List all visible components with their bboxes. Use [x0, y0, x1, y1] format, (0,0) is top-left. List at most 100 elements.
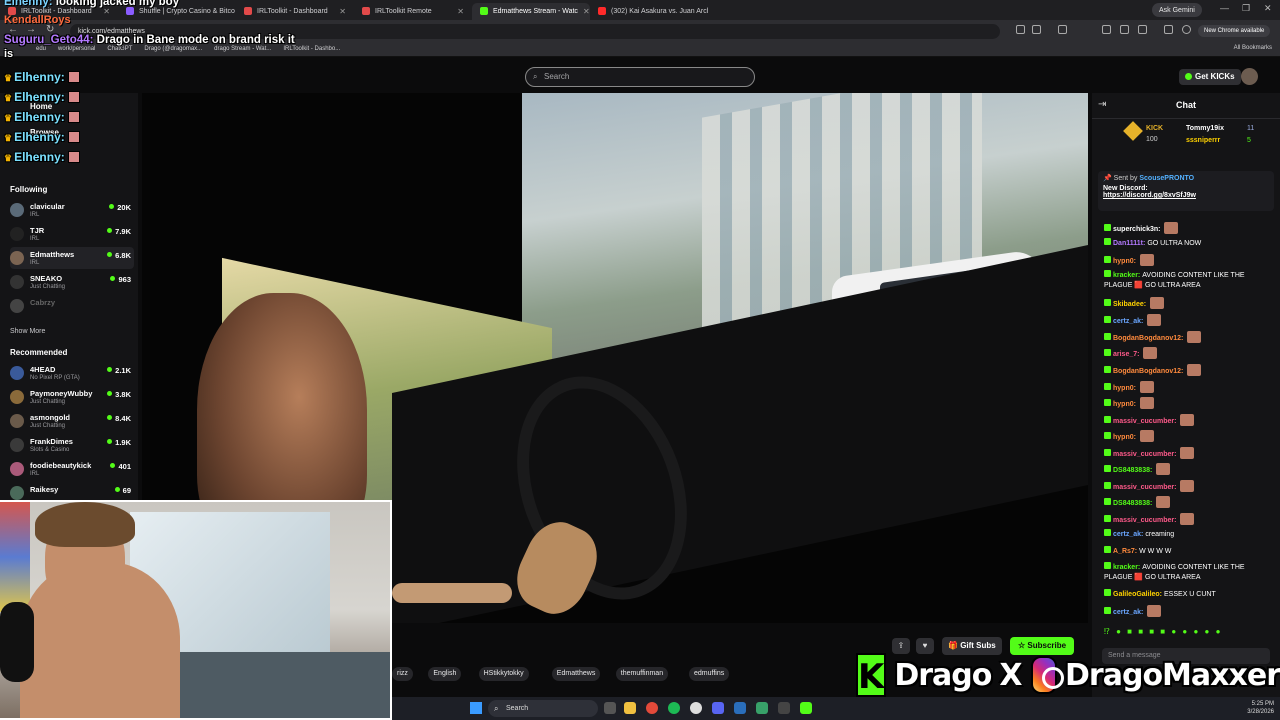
- stream-tag[interactable]: rizz: [392, 667, 413, 681]
- channel-item[interactable]: clavicular IRL 20K: [10, 199, 134, 221]
- channel-item[interactable]: Edmatthews IRL 6.8K: [10, 247, 134, 269]
- chat-username[interactable]: DS8483838:: [1113, 500, 1152, 507]
- chat-message[interactable]: superchick3n:: [1104, 222, 1274, 235]
- steam-icon[interactable]: [734, 702, 746, 714]
- notepad-icon[interactable]: [756, 702, 768, 714]
- chat-message[interactable]: A_Rs7: W W W W: [1104, 546, 1274, 557]
- spotify-icon[interactable]: [668, 702, 680, 714]
- taskbar-search[interactable]: ⌕ Search: [488, 700, 598, 717]
- chat-message[interactable]: hypn0:: [1104, 397, 1274, 410]
- chat-message[interactable]: massiv_cucumber:: [1104, 414, 1274, 427]
- channel-item[interactable]: SNEAKO Just Chatting 963: [10, 271, 134, 293]
- chat-message[interactable]: certz_ak:: [1104, 605, 1274, 618]
- file-explorer-icon[interactable]: [624, 702, 636, 714]
- download-icon[interactable]: [1102, 25, 1111, 34]
- chat-message[interactable]: kracker: AVOIDING CONTENT LIKE THE PLAGUE…: [1104, 562, 1274, 583]
- split-view-icon[interactable]: [1138, 25, 1147, 34]
- search-input[interactable]: ⌕ Search: [525, 67, 755, 87]
- channel-item[interactable]: foodiebeautykick IRL 401: [10, 458, 134, 480]
- tab-close-icon[interactable]: ✕: [339, 7, 346, 16]
- stream-tag[interactable]: themuffinman: [615, 667, 669, 681]
- bookmark-item[interactable]: Drago (@dragomax...: [144, 46, 202, 52]
- show-more-link[interactable]: Show More: [10, 328, 45, 335]
- chat-username[interactable]: kracker:: [1113, 564, 1140, 571]
- stream-tag[interactable]: Edmatthews: [551, 667, 601, 681]
- chat-username[interactable]: hypn0:: [1113, 434, 1136, 441]
- leaderboard-user-1[interactable]: Tommy19ix: [1186, 125, 1224, 132]
- minimize-icon[interactable]: —: [1220, 3, 1229, 13]
- chat-message[interactable]: Skibadee:: [1104, 297, 1274, 310]
- bookmark-item[interactable]: IRLToolkit - Dashbo...: [283, 46, 340, 52]
- chat-username[interactable]: A_Rs7:: [1113, 548, 1137, 555]
- stream-tag[interactable]: HStikkytokky: [478, 667, 529, 681]
- maximize-icon[interactable]: ❐: [1242, 3, 1250, 14]
- chat-username[interactable]: hypn0:: [1113, 401, 1136, 408]
- chat-username[interactable]: certz_ak:: [1113, 609, 1143, 616]
- tab-close-icon[interactable]: ✕: [583, 7, 590, 16]
- chat-username[interactable]: GalileoGalileo:: [1113, 591, 1162, 598]
- stream-tag[interactable]: English: [428, 667, 462, 681]
- tab-close-icon[interactable]: ✕: [457, 7, 464, 16]
- chat-message[interactable]: GalileoGalileo: ESSEX U CUNT: [1104, 589, 1274, 600]
- chat-username[interactable]: DS8483838:: [1113, 467, 1152, 474]
- browser-tab[interactable]: Edmatthews Stream - Watc ✕: [472, 2, 590, 20]
- chat-username[interactable]: massiv_cucumber:: [1113, 451, 1176, 458]
- chat-message[interactable]: massiv_cucumber:: [1104, 513, 1274, 526]
- obs-icon[interactable]: [690, 702, 702, 714]
- chat-username[interactable]: massiv_cucumber:: [1113, 418, 1176, 425]
- chat-message[interactable]: certz_ak: creaming: [1104, 529, 1274, 540]
- bookmark-item[interactable]: work/personal: [58, 46, 95, 52]
- chat-username[interactable]: certz_ak:: [1113, 318, 1143, 325]
- reading-list-icon[interactable]: [1120, 25, 1129, 34]
- profile-icon[interactable]: [1182, 25, 1191, 34]
- chat-message[interactable]: DS8483838:: [1104, 463, 1274, 476]
- new-chrome-available-button[interactable]: New Chrome available: [1198, 25, 1271, 37]
- chat-username[interactable]: arise_7:: [1113, 351, 1139, 358]
- task-view-icon[interactable]: [604, 702, 616, 714]
- browser-tab[interactable]: IRLToolkit Remote ✕: [354, 3, 472, 20]
- channel-item[interactable]: 4HEAD No Pixel RP (GTA) 2.1K: [10, 362, 134, 384]
- windows-start-icon[interactable]: [470, 702, 482, 714]
- chat-message[interactable]: BogdanBogdanov12:: [1104, 331, 1274, 344]
- pinned-link[interactable]: https://discord.gg/8xvSfJ9w: [1103, 192, 1269, 199]
- channel-item[interactable]: Cabrzy: [10, 295, 134, 317]
- browser-tab[interactable]: (302) Kai Asakura vs. Juan Arch✕: [590, 3, 708, 20]
- chat-username[interactable]: massiv_cucumber:: [1113, 517, 1176, 524]
- bookmark-item[interactable]: edu: [36, 46, 46, 52]
- chat-message[interactable]: massiv_cucumber:: [1104, 447, 1274, 460]
- leaderboard-user-2[interactable]: sssniperrr: [1186, 137, 1220, 144]
- chat-message[interactable]: hypn0:: [1104, 254, 1274, 267]
- chat-username[interactable]: kracker:: [1113, 272, 1140, 279]
- chat-emote-row[interactable]: ⁉ ● ■ ■ ■ ■ ● ● ● ● ●: [1104, 627, 1222, 636]
- chrome-icon[interactable]: [646, 702, 658, 714]
- chat-message[interactable]: Dan1111t: GO ULTRA NOW: [1104, 238, 1274, 249]
- close-icon[interactable]: ✕: [1264, 3, 1272, 14]
- extension-icon[interactable]: [1058, 25, 1067, 34]
- bookmark-item[interactable]: drago Stream - Wat...: [214, 46, 271, 52]
- chat-message[interactable]: kracker: AVOIDING CONTENT LIKE THE PLAGUE…: [1104, 270, 1274, 291]
- chat-username[interactable]: BogdanBogdanov12:: [1113, 368, 1183, 375]
- chat-message[interactable]: certz_ak:: [1104, 314, 1274, 327]
- chat-username[interactable]: hypn0:: [1113, 258, 1136, 265]
- extensions-puzzle-icon[interactable]: [1164, 25, 1173, 34]
- stream-tag[interactable]: edmuffins: [689, 667, 730, 681]
- chat-message[interactable]: DS8483838:: [1104, 496, 1274, 509]
- chat-username[interactable]: BogdanBogdanov12:: [1113, 335, 1183, 342]
- discord-icon[interactable]: [712, 702, 724, 714]
- all-bookmarks[interactable]: All Bookmarks: [1234, 45, 1272, 51]
- chat-username[interactable]: superchick3n:: [1113, 226, 1160, 233]
- zoom-icon[interactable]: [1016, 25, 1025, 34]
- chat-username[interactable]: Dan1111t:: [1113, 240, 1145, 247]
- kick-app-icon[interactable]: [800, 702, 812, 714]
- chat-message[interactable]: arise_7:: [1104, 347, 1274, 360]
- chat-username[interactable]: hypn0:: [1113, 385, 1136, 392]
- channel-item[interactable]: FrankDimes Slots & Casino 1.9K: [10, 434, 134, 456]
- notion-icon[interactable]: [778, 702, 790, 714]
- channel-item[interactable]: PaymoneyWubby Just Chatting 3.8K: [10, 386, 134, 408]
- chat-message[interactable]: hypn0:: [1104, 430, 1274, 443]
- user-avatar[interactable]: [1241, 68, 1258, 85]
- bookmark-star-icon[interactable]: [1032, 25, 1041, 34]
- chat-message[interactable]: hypn0:: [1104, 381, 1274, 394]
- browser-tab[interactable]: IRLToolkit - Dashboard ✕: [236, 3, 354, 20]
- channel-item[interactable]: TJR IRL 7.9K: [10, 223, 134, 245]
